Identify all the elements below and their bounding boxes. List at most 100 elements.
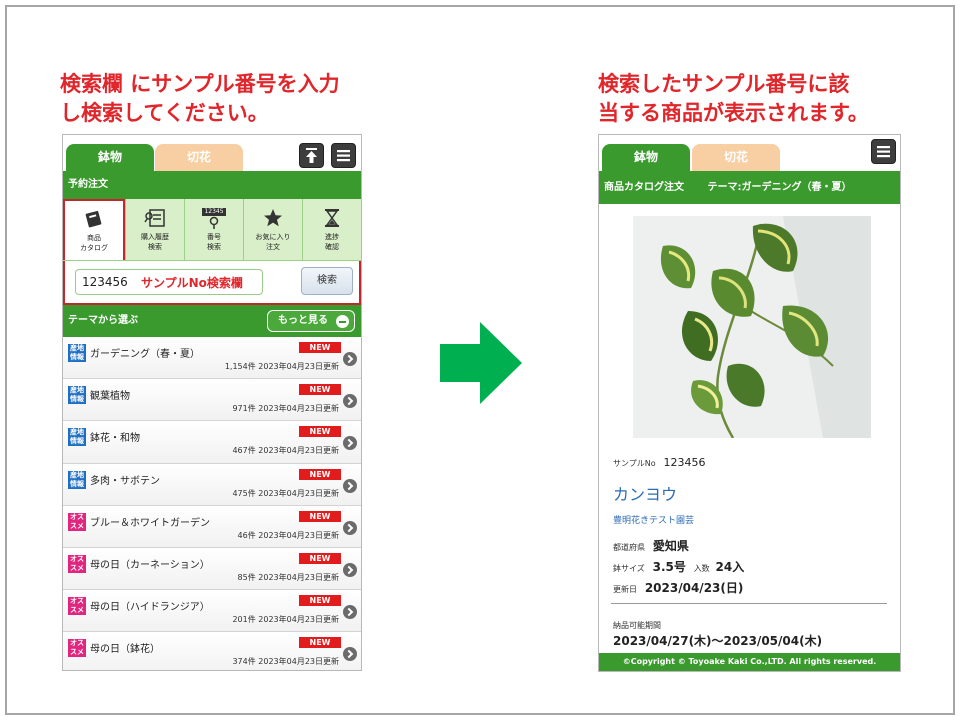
tab-potted[interactable]: 鉢物 xyxy=(602,144,690,171)
theme-list-item[interactable]: オス スメ 母の日（鉢花） NEW 374件 2023年04月23日更新 xyxy=(63,632,361,670)
star-icon xyxy=(262,207,284,229)
tag-line: 産地 xyxy=(70,470,84,479)
menu-label: カタログ xyxy=(80,244,108,252)
pot-size-row: 鉢サイズ 3.5号 入数 24入 xyxy=(613,558,744,575)
new-badge: NEW xyxy=(299,426,341,438)
tag-line: オス xyxy=(70,639,84,648)
chevron-right-icon xyxy=(343,562,357,577)
menu-button[interactable] xyxy=(331,143,356,168)
menu-button[interactable] xyxy=(871,139,896,164)
hamburger-icon xyxy=(877,146,890,158)
category-tag: 産地 情報 xyxy=(68,386,86,405)
menu-number-search[interactable]: 12345 番号 検索 xyxy=(184,199,243,260)
sample-number-value: 123456 xyxy=(663,456,706,469)
theme-list-item[interactable]: 産地 情報 多肉・サボテン NEW 475件 2023年04月23日更新 xyxy=(63,463,361,506)
theme-list-item[interactable]: 産地 情報 観葉植物 NEW 971件 2023年04月23日更新 xyxy=(63,379,361,422)
tab-bar: 鉢物 切花 xyxy=(599,135,900,171)
delivery-value: 2023/04/27(木)～2023/05/04(木) xyxy=(613,634,823,648)
pot-size-label: 鉢サイズ xyxy=(613,564,645,573)
tab-cut-flowers[interactable]: 切花 xyxy=(155,144,243,171)
item-count-updated: 971件 2023年04月23日更新 xyxy=(232,404,339,414)
prefecture-row: 都道府県 愛知県 xyxy=(613,537,689,554)
left-caption-line1: 検索欄 にサンプル番号を入力 xyxy=(60,72,340,96)
theme-list-item[interactable]: オス スメ 母の日（カーネーション） NEW 85件 2023年04月23日更新 xyxy=(63,547,361,591)
category-tag: 産地 情報 xyxy=(68,344,86,362)
new-badge: NEW xyxy=(299,552,341,564)
menu-label: 検索 xyxy=(207,243,221,251)
theme-list-item[interactable]: 産地 情報 鉢花・和物 NEW 467件 2023年04月23日更新 xyxy=(63,421,361,464)
menu-product-catalog[interactable]: 商品 カタログ xyxy=(63,199,125,260)
tag-line: 産地 xyxy=(70,386,84,395)
product-name: カンヨウ xyxy=(613,485,678,504)
nursery-link[interactable]: 豊明花きテスト園芸 xyxy=(613,513,694,526)
theme-title: 母の日（カーネーション） xyxy=(90,559,210,571)
menu-label: 確認 xyxy=(325,243,339,251)
tag-line: 情報 xyxy=(70,479,84,488)
right-caption: 検索したサンプル番号に該 当する商品が表示されます。 xyxy=(598,70,918,128)
category-tag: オス スメ xyxy=(68,639,86,658)
tag-line: オス xyxy=(70,597,84,606)
product-photo[interactable] xyxy=(633,216,871,438)
sample-number-label: サンプルNo xyxy=(613,459,656,468)
new-badge: NEW xyxy=(299,510,341,522)
left-caption: 検索欄 にサンプル番号を入力 し検索してください。 xyxy=(60,70,400,128)
chevron-right-icon xyxy=(343,394,357,409)
menu-favorites-order[interactable]: お気に入り 注文 xyxy=(243,199,302,260)
tag-line: スメ xyxy=(70,563,84,572)
right-caption-line1: 検索したサンプル番号に該 xyxy=(598,72,850,96)
menu-label: 進捗 xyxy=(325,233,339,241)
catalog-header: 商品カタログ注文 テーマ:ガーデニング（春・夏） xyxy=(599,171,900,204)
category-tag: オス スメ xyxy=(68,597,86,616)
chevron-right-icon xyxy=(343,605,357,620)
left-phone-screen: 鉢物 切花 予約注文 商品 カタログ 購入履歴 検索 12345 番号 検索 お… xyxy=(62,134,362,671)
tab-potted[interactable]: 鉢物 xyxy=(66,144,154,171)
tag-line: オス xyxy=(70,554,84,563)
quantity-value: 24入 xyxy=(715,560,745,574)
menu-purchase-history[interactable]: 購入履歴 検索 xyxy=(125,199,184,260)
search-button[interactable]: 検索 xyxy=(301,267,353,295)
delivery-label: 納品可能期間 xyxy=(613,621,661,630)
purchase-history-icon xyxy=(144,207,166,229)
item-count-updated: 467件 2023年04月23日更新 xyxy=(232,446,339,456)
tag-line: スメ xyxy=(70,521,84,530)
theme-title: 母の日（鉢花） xyxy=(90,644,160,656)
prefecture-label: 都道府県 xyxy=(613,543,645,552)
icon-menu-row: 商品 カタログ 購入履歴 検索 12345 番号 検索 お気に入り 注文 進捗 … xyxy=(63,199,361,261)
theme-list-item[interactable]: オス スメ 母の日（ハイドランジア） NEW 201件 2023年04月23日更新 xyxy=(63,590,361,633)
right-caption-line2: 当する商品が表示されます。 xyxy=(598,101,869,125)
tag-line: オス xyxy=(70,512,84,521)
scroll-top-button[interactable] xyxy=(299,143,324,168)
new-badge: NEW xyxy=(299,342,341,353)
item-count-updated: 374件 2023年04月23日更新 xyxy=(232,657,339,667)
tag-line: 情報 xyxy=(70,353,84,361)
arrow-up-icon xyxy=(306,148,317,163)
show-more-button[interactable]: もっと見る xyxy=(267,310,355,332)
item-count-updated: 46件 2023年04月23日更新 xyxy=(237,530,339,540)
theme-title: 鉢花・和物 xyxy=(90,433,140,445)
theme-list-item[interactable]: 産地 情報 ガーデニング（春・夏） NEW 1,154件 2023年04月23日更新 xyxy=(63,337,361,380)
delivery-label-row: 納品可能期間 xyxy=(613,617,661,631)
menu-label: お気に入り xyxy=(255,233,291,241)
menu-label: 購入履歴 xyxy=(141,233,169,241)
right-arrow-icon xyxy=(440,322,522,404)
search-field-annotation: サンプルNo検索欄 xyxy=(141,276,243,290)
menu-label: 商品 xyxy=(87,234,101,242)
theme-title: 多肉・サボテン xyxy=(90,475,160,487)
tag-line: スメ xyxy=(70,648,84,657)
tab-bar: 鉢物 切花 xyxy=(63,135,361,171)
menu-progress-check[interactable]: 進捗 確認 xyxy=(302,199,361,260)
minus-circle-icon xyxy=(336,315,349,328)
new-badge: NEW xyxy=(299,384,341,396)
theme-list-item[interactable]: オス スメ ブルー＆ホワイトガーデン NEW 46件 2023年04月23日更新 xyxy=(63,505,361,548)
menu-label: 検索 xyxy=(148,243,162,251)
mini-number: 12345 xyxy=(202,207,226,216)
theme-title: 観葉植物 xyxy=(90,391,130,403)
catalog-header-title: 商品カタログ注文 xyxy=(604,182,684,193)
category-tag: オス スメ xyxy=(68,512,86,531)
category-tag: 産地 情報 xyxy=(68,428,86,447)
tab-cut-flowers[interactable]: 切花 xyxy=(692,144,780,171)
menu-label: 注文 xyxy=(266,243,280,251)
hourglass-icon xyxy=(321,207,343,229)
theme-title: ガーデニング（春・夏） xyxy=(90,349,200,360)
chevron-right-icon xyxy=(343,352,357,366)
